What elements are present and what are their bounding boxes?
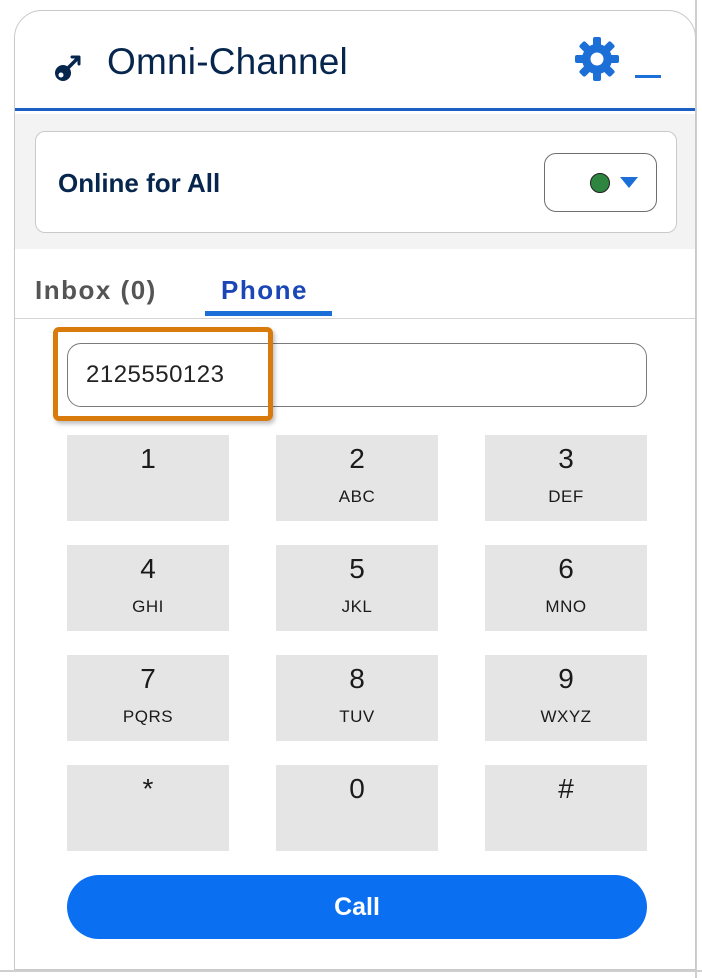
dial-key-digit: 7 — [140, 663, 156, 694]
online-status-dot-icon — [590, 173, 610, 193]
dial-key-letters: ABC — [338, 487, 376, 506]
presence-status-label: Online for All — [58, 168, 221, 198]
dial-key-letters: GHI — [132, 597, 164, 616]
dial-key-8[interactable]: 8 TUV — [276, 655, 438, 741]
dial-key-letters: DEF — [548, 487, 584, 506]
dial-key-digit: 9 — [558, 663, 574, 694]
dial-key-6[interactable]: 6 MNO — [485, 545, 647, 631]
window-edge-bottom — [0, 970, 702, 972]
tab-phone[interactable]: Phone — [221, 275, 308, 306]
tab-inbox[interactable]: Inbox (0) — [35, 275, 157, 306]
dial-key-digit: 1 — [140, 443, 156, 474]
dial-key-digit: 0 — [349, 773, 365, 804]
dial-key-letters: MNO — [545, 597, 587, 616]
dial-key-digit: 8 — [349, 663, 365, 694]
panel-title: Omni-Channel — [107, 41, 348, 82]
dial-key-digit: 2 — [349, 443, 365, 474]
active-tab-indicator — [205, 311, 332, 316]
dial-key-3[interactable]: 3 DEF — [485, 435, 647, 521]
dial-key-2[interactable]: 2 ABC — [276, 435, 438, 521]
dial-key-letters: WXYZ — [540, 707, 592, 726]
panel-header: Omni-Channel — [15, 11, 695, 111]
omni-channel-panel: Omni-Channel Online for All Inbox (0) Ph… — [14, 10, 696, 970]
dial-key-7[interactable]: 7 PQRS — [67, 655, 229, 741]
dial-key-digit: 3 — [558, 443, 574, 474]
caret-down-icon — [620, 177, 638, 188]
dial-key-9[interactable]: 9 WXYZ — [485, 655, 647, 741]
dial-key-digit: * — [142, 773, 154, 804]
dial-key-hash[interactable]: # — [485, 765, 647, 851]
gear-icon[interactable] — [573, 35, 621, 83]
phone-number-input[interactable] — [67, 343, 647, 407]
dial-key-4[interactable]: 4 GHI — [67, 545, 229, 631]
minimize-button[interactable] — [635, 75, 661, 78]
dial-key-letters: TUV — [339, 707, 375, 726]
dial-key-digit: 5 — [349, 553, 365, 584]
dial-key-digit: # — [558, 773, 574, 804]
dial-key-digit: 4 — [140, 553, 156, 584]
dial-key-letters: JKL — [341, 597, 373, 616]
dial-key-letters: PQRS — [122, 707, 174, 726]
tab-bar: Inbox (0) Phone — [15, 249, 695, 319]
omni-channel-icon — [55, 55, 81, 81]
presence-status-section: Online for All — [15, 114, 695, 249]
dial-key-1[interactable]: 1 — [67, 435, 229, 521]
dial-key-0[interactable]: 0 — [276, 765, 438, 851]
presence-status-dropdown[interactable] — [544, 153, 657, 212]
dial-key-star[interactable]: * — [67, 765, 229, 851]
dial-key-5[interactable]: 5 JKL — [276, 545, 438, 631]
presence-status-card: Online for All — [35, 131, 677, 233]
dial-key-digit: 6 — [558, 553, 574, 584]
call-button[interactable]: Call — [67, 875, 647, 939]
